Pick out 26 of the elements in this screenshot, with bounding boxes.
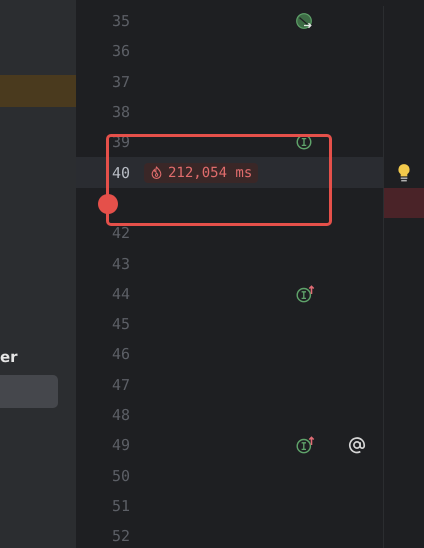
line-number: 36	[110, 42, 130, 60]
implementation-up-icon[interactable]	[295, 436, 317, 454]
annotation-icon[interactable]	[347, 435, 367, 456]
line-number: 52	[110, 527, 130, 546]
annotation-dot	[98, 194, 118, 214]
line-number: 35	[110, 12, 130, 30]
line-number: 42	[110, 224, 130, 242]
line-number: 43	[110, 254, 130, 273]
line-number: 45	[110, 315, 130, 334]
run-marker-icon[interactable]	[295, 12, 313, 30]
line-number: 46	[110, 345, 130, 364]
lightbulb-icon[interactable]	[397, 162, 411, 183]
line-number: 48	[110, 406, 130, 424]
line-number: 50	[110, 466, 130, 485]
line-number: 37	[110, 72, 130, 91]
line-number: 44	[110, 284, 130, 303]
panel-label: er	[0, 347, 19, 367]
input-field[interactable]	[0, 375, 58, 408]
line-number: 47	[110, 376, 130, 394]
fire-icon	[150, 166, 163, 180]
line-number: 40	[110, 164, 130, 182]
line-number: 51	[110, 496, 130, 515]
timing-hint[interactable]: 212,054 ms	[144, 162, 258, 183]
implementation-up-icon[interactable]	[295, 284, 317, 303]
line-number: 38	[110, 103, 130, 122]
line-number: 49	[110, 436, 130, 454]
